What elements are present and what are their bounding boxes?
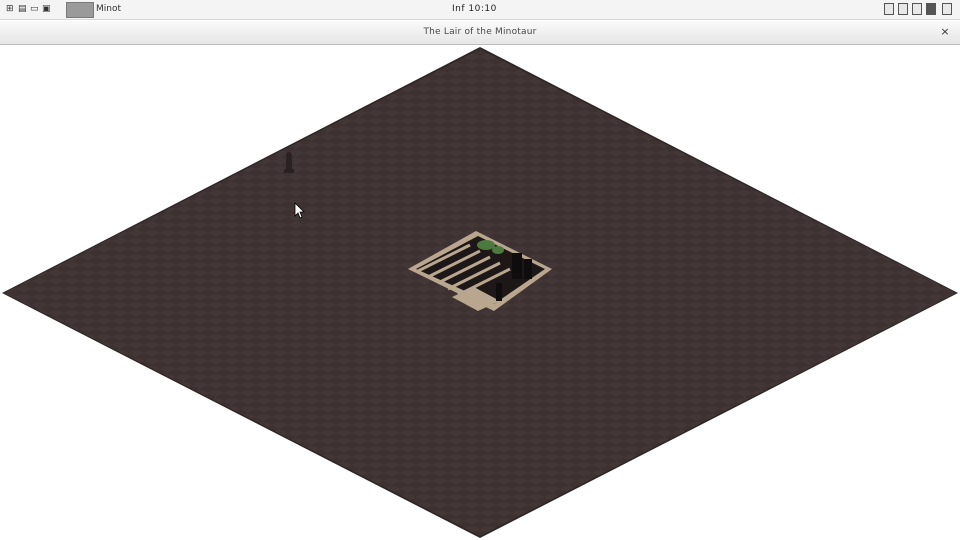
launcher-icon[interactable]: ▤ [18,3,27,16]
display-icon[interactable] [912,3,922,15]
game-viewport[interactable] [0,45,960,540]
terminal-icon[interactable]: ▣ [42,3,51,16]
game-canvas[interactable] [0,45,960,540]
foliage [492,246,504,254]
system-taskbar: ⊞ ▤ ▭ ▣ Minot Inf 10:10 [0,0,960,20]
window-titlebar[interactable]: The Lair of the Minotaur × [0,21,960,45]
chamber-pillar [512,253,522,279]
network-icon[interactable] [884,3,894,15]
apps-menu-icon[interactable]: ⊞ [6,3,14,16]
task-label[interactable]: Minot [96,3,121,16]
clock[interactable]: Inf 10:10 [452,3,497,16]
close-icon[interactable]: × [938,25,952,39]
volume-icon[interactable] [898,3,908,15]
chamber-figure[interactable] [496,283,502,301]
power-icon[interactable] [942,3,952,15]
chamber-pillar [524,259,532,279]
folder-icon[interactable]: ▭ [30,3,39,16]
foliage [477,240,495,250]
active-task-button[interactable] [66,2,94,18]
window-title: The Lair of the Minotaur [423,27,537,37]
battery-icon[interactable] [926,3,936,15]
